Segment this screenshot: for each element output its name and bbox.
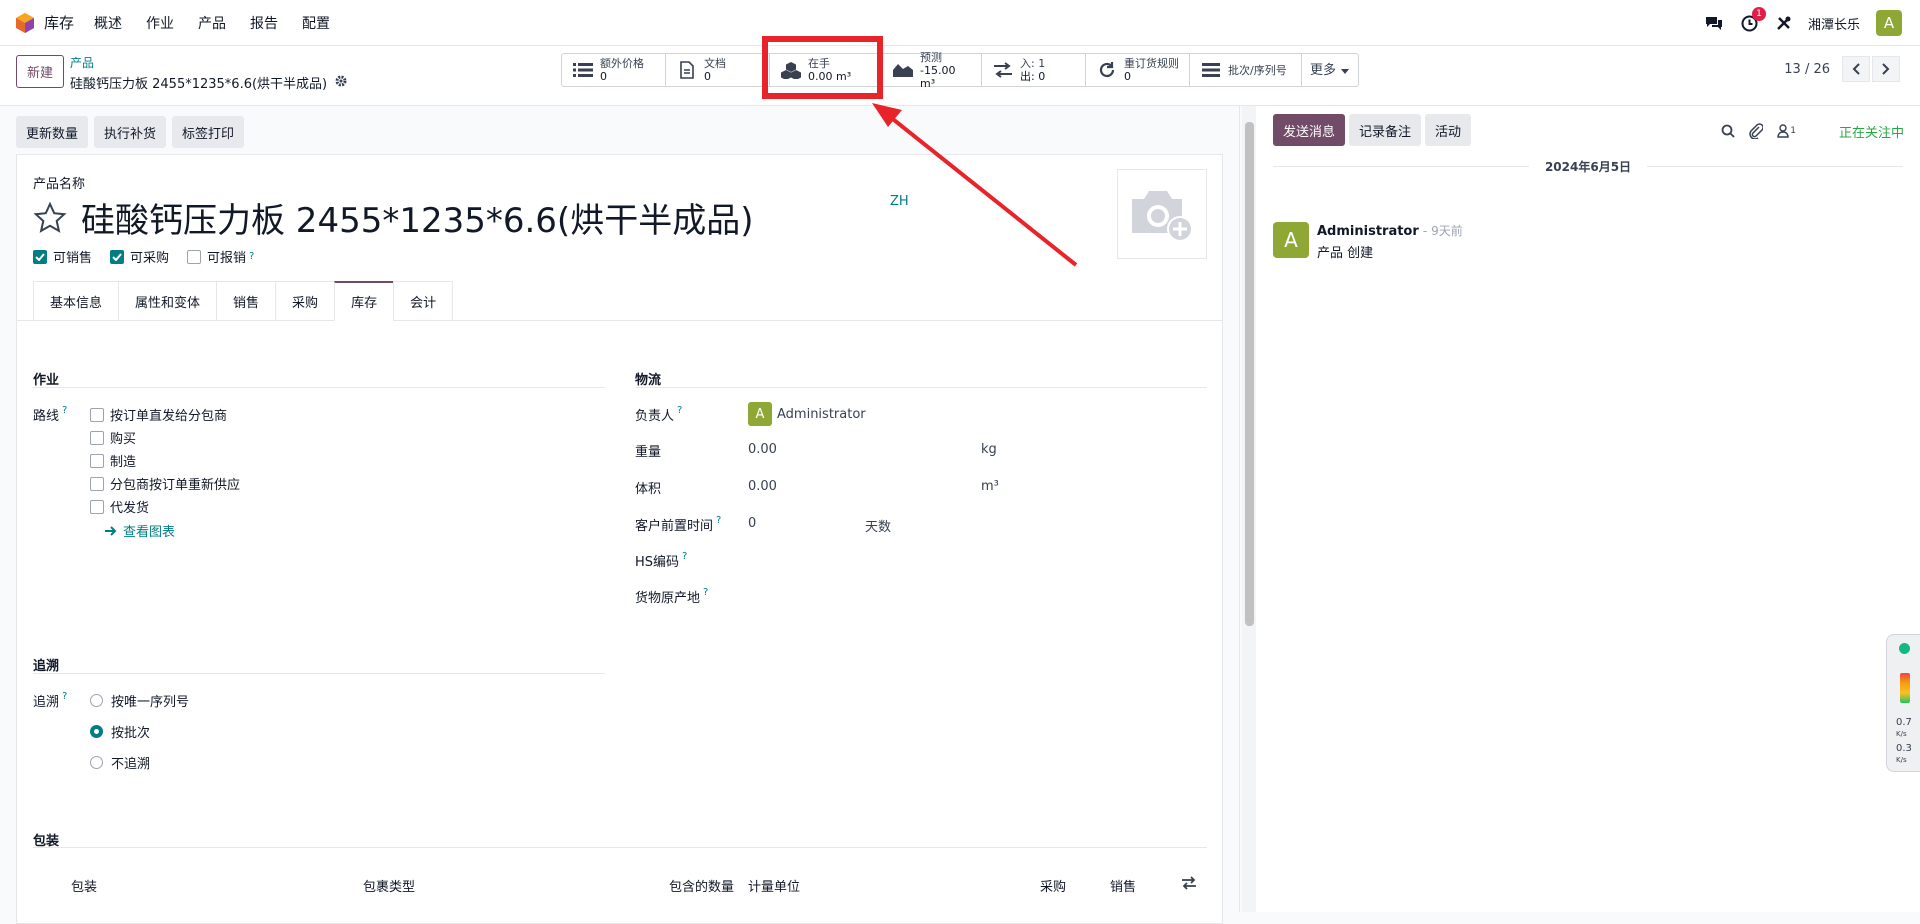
annotation-arrow	[872, 103, 1078, 267]
